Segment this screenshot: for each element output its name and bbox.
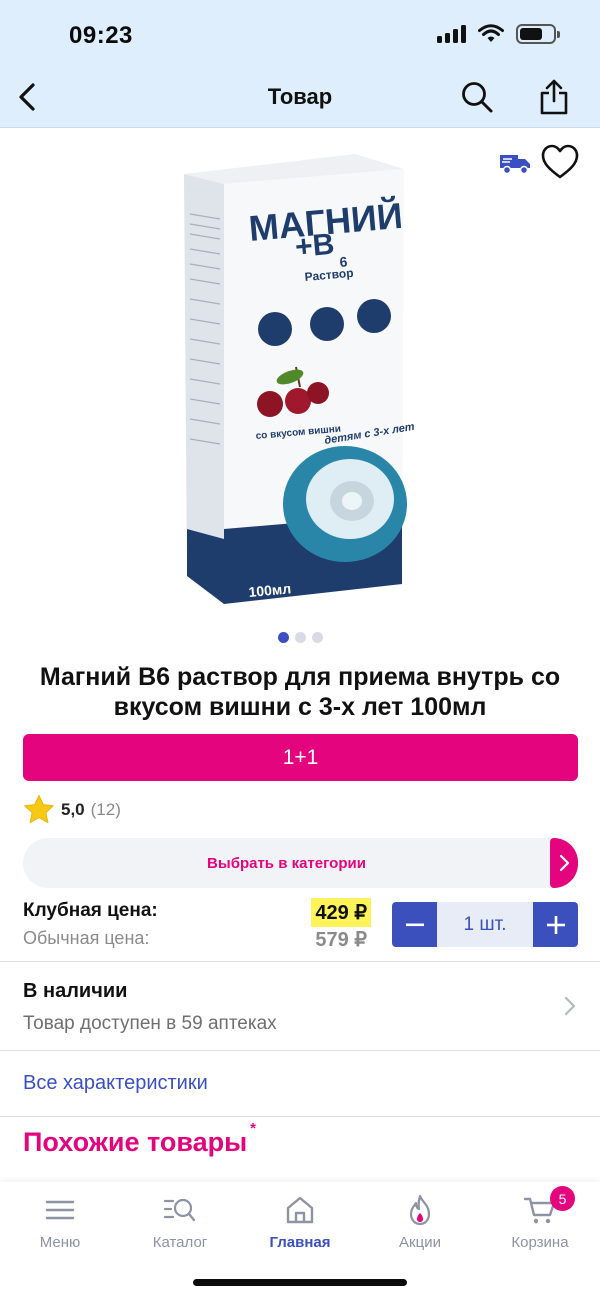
status-icons (437, 24, 560, 44)
tab-home[interactable]: Главная (240, 1190, 360, 1251)
delivery-truck-icon (500, 155, 530, 175)
product-page: { "status_bar": { "time": "09:23" }, "he… (0, 0, 600, 1297)
choose-category-label: Выбрать в категории (207, 854, 366, 872)
regular-price-label: Обычная цена: (23, 928, 150, 948)
share-button[interactable] (533, 76, 575, 118)
chevron-right-icon (559, 854, 570, 872)
status-time: 09:23 (69, 22, 133, 49)
tab-menu-label: Меню (39, 1234, 81, 1251)
quantity-value[interactable]: 1 шт. (437, 902, 533, 947)
gallery-dot[interactable] (311, 632, 323, 643)
plus-icon (546, 915, 565, 934)
choose-category-button[interactable]: Выбрать в категории (23, 838, 578, 888)
wifi-icon (478, 24, 504, 42)
home-indicator[interactable] (193, 1279, 407, 1286)
quantity-stepper: 1 шт. (392, 902, 578, 947)
rating-value: 5,0 (61, 799, 85, 819)
app-header: 09:23 Товар (0, 0, 600, 128)
tab-cart[interactable]: Корзина (480, 1190, 600, 1251)
signal-icon (437, 25, 466, 43)
review-count: (12) (90, 799, 121, 819)
tab-promotions[interactable]: Акции (360, 1190, 480, 1251)
tab-catalog-label: Каталог (152, 1234, 208, 1251)
product-image: МАГНИЙ +B 6 Раствор со вкусом вишни детя… (184, 154, 416, 604)
availability-title: В наличии (23, 980, 128, 1002)
choose-category-arrow (550, 838, 578, 888)
club-price-label: Клубная цена: (23, 900, 158, 921)
minus-icon (405, 923, 424, 926)
express-delivery-badge (498, 150, 532, 181)
flame-icon (409, 1194, 431, 1226)
chevron-right-icon (564, 996, 576, 1016)
battery-icon (516, 24, 560, 44)
all-characteristics-link[interactable]: Все характеристики (23, 1072, 208, 1095)
gallery-dot[interactable] (277, 632, 289, 643)
cart-count-badge: 5 (550, 1186, 575, 1211)
share-icon (540, 79, 568, 115)
club-price-value: 429 ₽ (311, 898, 371, 927)
promo-button[interactable]: 1+1 (23, 734, 578, 781)
catalog-search-icon (163, 1198, 196, 1222)
favorite-button[interactable] (541, 144, 579, 185)
regular-price-value: 579 ₽ (315, 929, 367, 951)
search-icon (462, 82, 493, 113)
page-title: Товар (267, 84, 333, 109)
decrease-quantity-button[interactable] (392, 902, 437, 947)
similar-products-mark: * (250, 1120, 256, 1137)
tab-catalog[interactable]: Каталог (120, 1190, 240, 1251)
similar-products-heading: Похожие товары * (23, 1120, 256, 1158)
product-gallery[interactable]: МАГНИЙ +B 6 Раствор со вкусом вишни детя… (0, 129, 600, 629)
availability-subtitle: Товар доступен в 59 аптеках (23, 1013, 277, 1034)
star-icon (24, 795, 54, 824)
divider (0, 1050, 600, 1051)
tab-home-label: Главная (269, 1234, 331, 1251)
box-plus: +B (294, 228, 336, 264)
increase-quantity-button[interactable] (533, 902, 578, 947)
tab-menu[interactable]: Меню (0, 1190, 120, 1251)
heart-icon (541, 144, 579, 179)
gallery-pagination (0, 632, 600, 643)
gallery-dot[interactable] (294, 632, 306, 643)
rating[interactable]: 5,0 (12) (23, 794, 121, 825)
divider (0, 961, 600, 962)
tab-promotions-label: Акции (399, 1234, 441, 1251)
product-name: Магний B6 раствор для приема внутрь со в… (39, 663, 561, 721)
tab-cart-label: Корзина (511, 1234, 569, 1251)
home-icon (286, 1196, 314, 1224)
menu-icon (45, 1200, 75, 1220)
search-button[interactable] (456, 76, 498, 118)
similar-products-title: Похожие товары (23, 1127, 248, 1157)
divider (0, 1116, 600, 1117)
